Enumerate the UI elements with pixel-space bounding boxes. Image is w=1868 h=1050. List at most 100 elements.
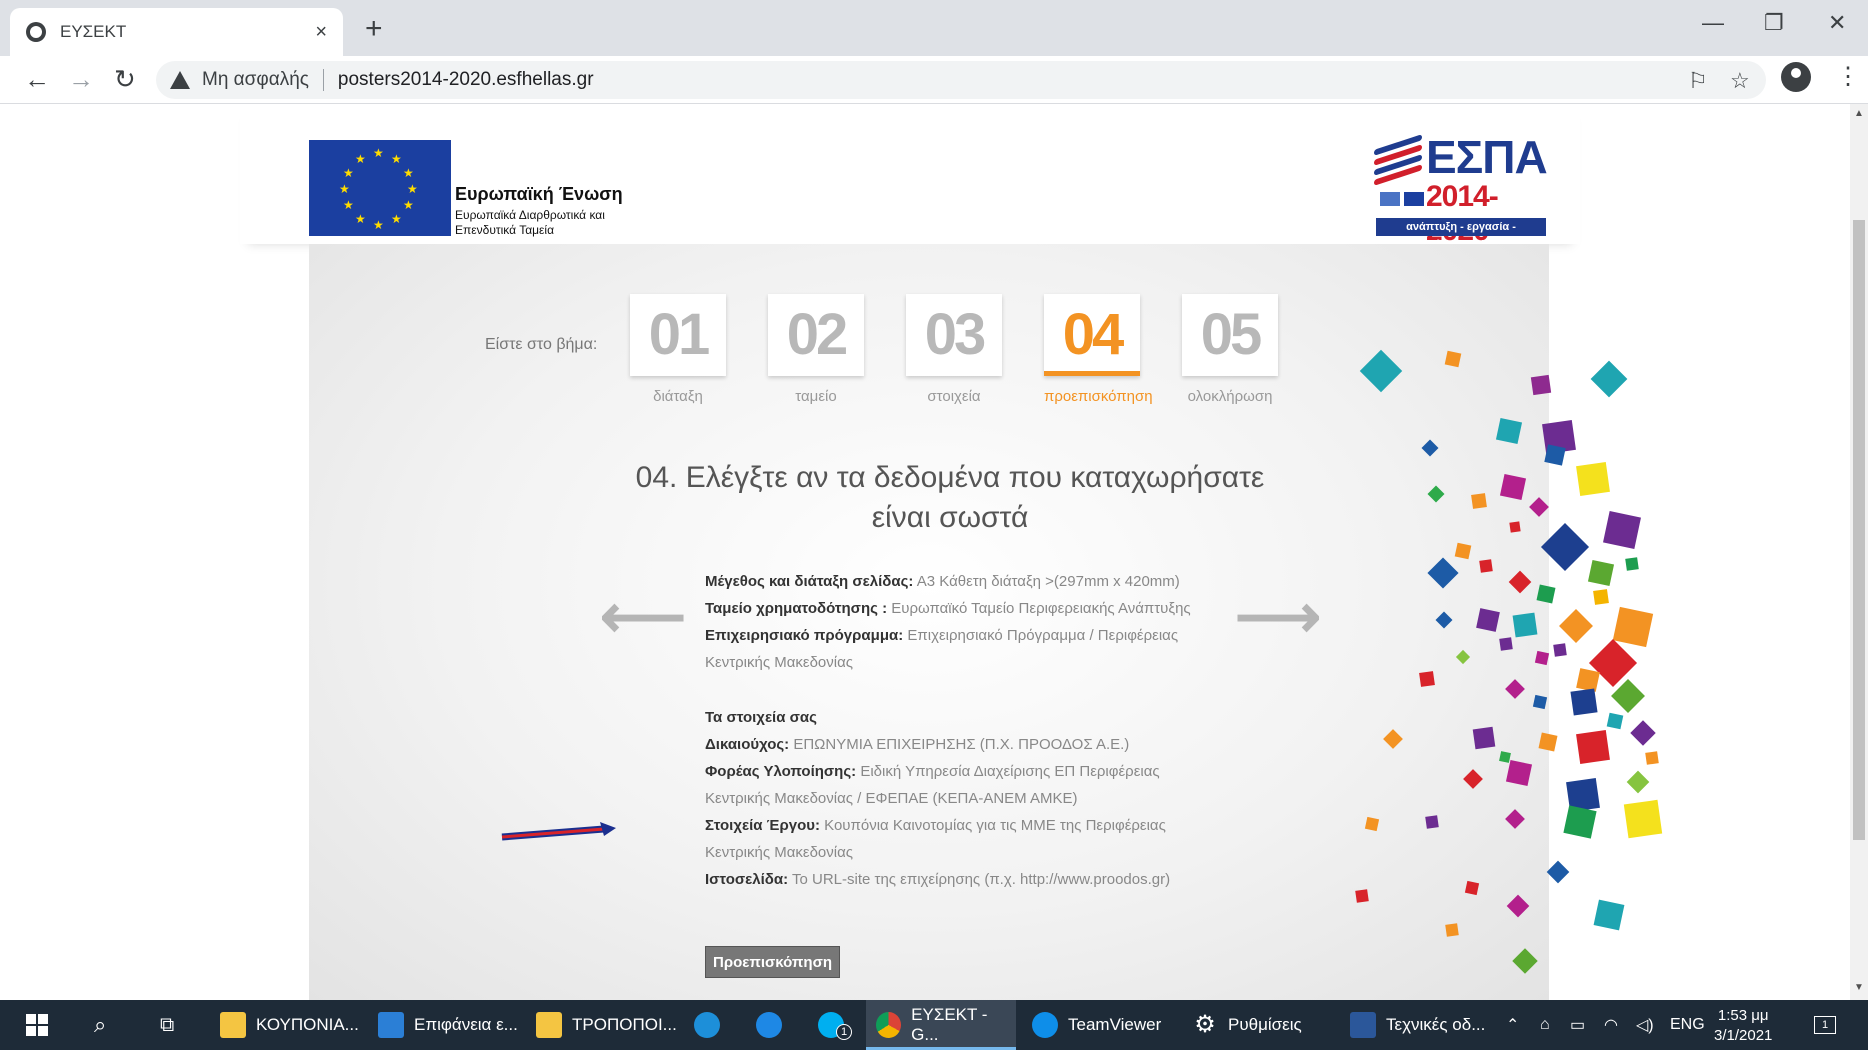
taskbar-item-kouponia[interactable]: ΚΟΥΠΟΝΙΑ... — [220, 1000, 359, 1050]
settings-icon: ⚙ — [1194, 1011, 1216, 1038]
search-icon[interactable]: ⌕ — [94, 1000, 106, 1050]
confetti-square — [1645, 751, 1659, 765]
step-01[interactable]: 01 διάταξη — [630, 294, 726, 405]
browser-menu-icon[interactable]: ⋮ — [1836, 62, 1860, 91]
annotation-arrow-icon — [501, 822, 616, 841]
eu-title: Ευρωπαϊκή Ένωση — [455, 184, 623, 204]
confetti-square — [1623, 799, 1663, 839]
profile-avatar-icon[interactable] — [1781, 62, 1811, 92]
tab-close-icon[interactable]: × — [315, 21, 327, 44]
volume-icon[interactable]: ◁) — [1636, 1000, 1654, 1050]
taskbar-item-teamviewer[interactable]: TeamViewer — [1032, 1000, 1161, 1050]
taskbar-item-tropopoi[interactable]: ΤΡΟΠΟΠΟΙ... — [536, 1000, 677, 1050]
window-close-button[interactable]: ✕ — [1828, 10, 1846, 36]
step-05[interactable]: 05 ολοκλήρωση — [1182, 294, 1278, 405]
taskbar-item-label: ΚΟΥΠΟΝΙΑ... — [256, 1015, 359, 1034]
section-title: Τα στοιχεία σας — [705, 709, 817, 726]
summary-details: Μέγεθος και διάταξη σελίδας: Α3 Κάθετη δ… — [705, 568, 1195, 893]
step-number: 03 — [906, 294, 1002, 376]
taskbar-item-label: ΤΡΟΠΟΠΟΙ... — [572, 1015, 677, 1034]
forward-button[interactable]: → — [68, 64, 94, 95]
taskbar-item-settings[interactable]: ⚙ Ρυθμίσεις — [1192, 1000, 1302, 1050]
wifi-icon[interactable]: ◠ — [1604, 1000, 1618, 1050]
taskbar-clock[interactable]: 1:53 μμ 3/1/2021 — [1714, 1006, 1772, 1046]
omnibox[interactable]: Μη ασφαλής posters2014-2020.esfhellas.gr — [156, 61, 1766, 99]
taskbar-item-word[interactable]: Τεχνικές οδ... — [1350, 1000, 1485, 1050]
security-label[interactable]: Μη ασφαλής — [202, 69, 309, 91]
confetti-square — [1553, 643, 1567, 657]
confetti-square — [1590, 360, 1628, 398]
confetti-square — [1546, 860, 1570, 884]
taskbar-item-chrome[interactable]: ΕΥΣΕΚΤ - G... — [866, 1000, 1016, 1050]
detail-row: Μέγεθος και διάταξη σελίδας: Α3 Κάθετη δ… — [705, 568, 1195, 595]
scrollbar-thumb[interactable] — [1853, 220, 1865, 840]
step-02[interactable]: 02 ταμείο — [768, 294, 864, 405]
confetti-square — [1630, 720, 1656, 746]
detail-key: Ιστοσελίδα: — [705, 871, 789, 888]
step-label: προεπισκόπηση — [1044, 388, 1153, 405]
scroll-down-icon[interactable]: ▼ — [1854, 982, 1864, 993]
confetti-square — [1603, 511, 1641, 549]
confetti-square — [1576, 730, 1610, 764]
page-viewport: ★ ★ ★ ★ ★ ★ ★ ★ ★ ★ ★ ★ Ευρωπαϊκή Ένωση … — [0, 104, 1868, 1000]
start-button[interactable] — [26, 1000, 48, 1050]
tray-chevron-icon[interactable]: ⌃ — [1506, 1000, 1519, 1050]
globe-icon — [26, 22, 46, 42]
confetti-square — [1593, 899, 1625, 931]
skype-badge: 1 — [836, 1024, 852, 1040]
skype-app-icon[interactable]: 1 — [818, 1000, 852, 1050]
scroll-up-icon[interactable]: ▲ — [1854, 108, 1864, 119]
step-03[interactable]: 03 στοιχεία — [906, 294, 1002, 405]
language-indicator[interactable]: ENG — [1670, 1000, 1705, 1050]
translate-icon[interactable]: ⚐ — [1688, 68, 1708, 94]
back-button[interactable]: ← — [24, 64, 50, 95]
minimize-button[interactable]: — — [1702, 10, 1724, 36]
espa-logo: ΕΣΠΑ 2014-2020 ανάπτυξη - εργασία - αλλη… — [1374, 130, 1548, 251]
battery-icon[interactable]: ▭ — [1570, 1000, 1585, 1050]
step-04[interactable]: 04 προεπισκόπηση — [1044, 294, 1153, 405]
tray-device-icon[interactable]: ⌂ — [1540, 1000, 1550, 1050]
taskbar-item-label: TeamViewer — [1068, 1015, 1162, 1034]
step-number: 02 — [768, 294, 864, 376]
taskbar-item-desktop[interactable]: Επιφάνεια ε... — [378, 1000, 518, 1050]
task-view-icon[interactable]: ⧉ — [160, 1000, 174, 1050]
taskbar-item-label: Τεχνικές οδ... — [1386, 1015, 1486, 1034]
detail-key: Επιχειρησιακό πρόγραμμα: — [705, 627, 904, 644]
teamviewer-icon — [1032, 1012, 1058, 1038]
preview-button[interactable]: Προεπισκόπηση — [705, 946, 840, 978]
detail-value: ΕΠΩΝΥΜΙΑ ΕΠΙΧΕΙΡΗΣΗΣ (Π.Χ. ΠΡΟΟΔΟΣ Α.Ε.) — [793, 736, 1130, 753]
step-number: 04 — [1044, 294, 1140, 376]
confetti-square — [1566, 778, 1600, 812]
reload-button[interactable]: ↻ — [114, 64, 136, 95]
page-scrollbar[interactable]: ▲ ▼ — [1850, 104, 1868, 1000]
headline-line-1: 04. Ελέγξτε αν τα δεδομένα που καταχωρήσ… — [635, 461, 1265, 494]
warning-icon[interactable] — [170, 71, 190, 89]
ie-app-icon[interactable] — [756, 1000, 782, 1050]
browser-tab[interactable]: ΕΥΣΕΚΤ × — [10, 8, 343, 56]
omnibox-separator — [322, 69, 324, 91]
taskbar-item-label: Ρυθμίσεις — [1228, 1015, 1302, 1034]
detail-row: Επιχειρησιακό πρόγραμμα: Επιχειρησιακό Π… — [705, 622, 1195, 676]
confetti-square — [1576, 462, 1610, 496]
new-tab-button[interactable]: + — [365, 12, 383, 46]
detail-key: Φορέας Υλοποίησης: — [705, 763, 857, 780]
previous-arrow-icon[interactable]: ⟵ — [600, 582, 686, 652]
desktop-icon — [378, 1012, 404, 1038]
restore-button[interactable]: ❐ — [1764, 10, 1784, 36]
url-text[interactable]: posters2014-2020.esfhellas.gr — [338, 69, 594, 91]
notification-center-icon[interactable]: 1 — [1814, 1000, 1836, 1050]
confetti-square — [1576, 668, 1600, 692]
detail-value: Ευρωπαϊκό Ταμείο Περιφερειακής Ανάπτυξης — [891, 600, 1191, 617]
confetti-square — [1611, 679, 1645, 713]
word-icon — [1350, 1012, 1376, 1038]
edge-icon — [694, 1012, 720, 1038]
detail-row: Δικαιούχος: ΕΠΩΝΥΜΙΑ ΕΠΙΧΕΙΡΗΣΗΣ (Π.Χ. Π… — [705, 731, 1195, 758]
bookmark-star-icon[interactable]: ☆ — [1730, 68, 1750, 94]
confetti-square — [1606, 712, 1624, 730]
step-label: στοιχεία — [927, 388, 981, 405]
detail-value: Α3 Κάθετη διάταξη >(297mm x 420mm) — [916, 573, 1180, 590]
clock-date: 3/1/2021 — [1714, 1027, 1773, 1044]
next-arrow-icon[interactable]: ⟶ — [1235, 582, 1321, 652]
edge-app-icon[interactable] — [694, 1000, 720, 1050]
step-label: διάταξη — [653, 388, 703, 405]
